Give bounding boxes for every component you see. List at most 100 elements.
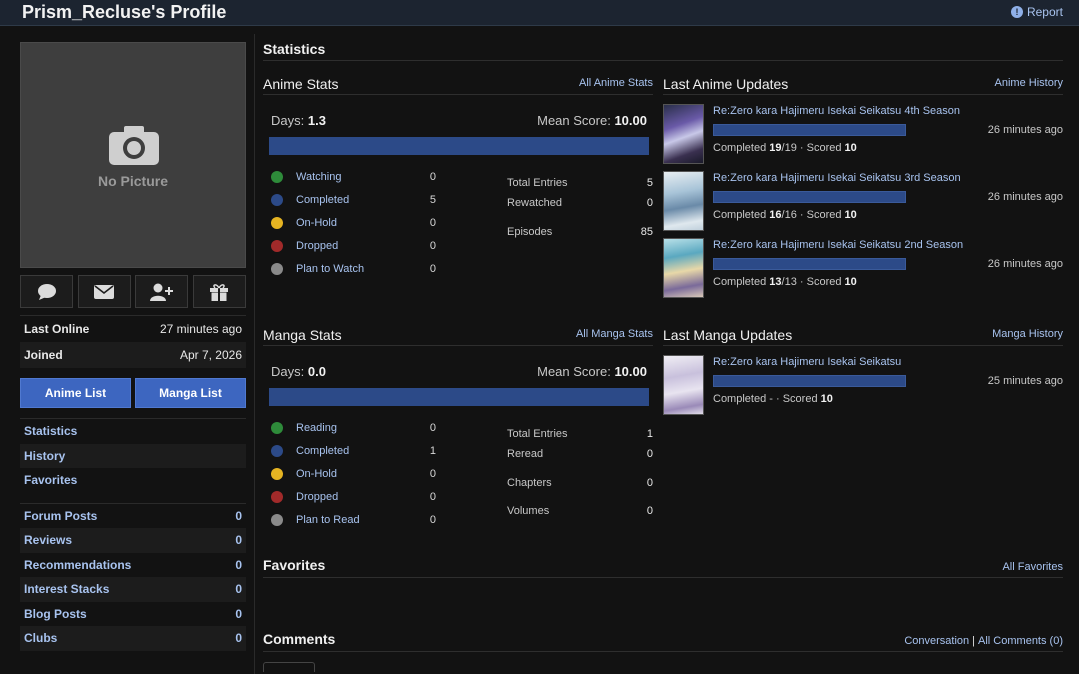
- no-picture-label: No Picture: [97, 173, 168, 189]
- update-title[interactable]: Re:Zero kara Hajimeru Isekai Seikatsu 4t…: [713, 105, 1063, 117]
- anime-cover[interactable]: [663, 104, 704, 164]
- joined-row: Joined Apr 7, 2026: [20, 342, 246, 368]
- update-status: Completed 16/16 · Scored 10: [713, 209, 857, 221]
- conversation-link[interactable]: Conversation: [904, 635, 969, 647]
- column-divider: [254, 34, 255, 674]
- count-value: 0: [235, 606, 242, 621]
- total-value: 0: [646, 448, 653, 461]
- status-label[interactable]: Reading: [296, 422, 416, 434]
- days-label: Days:: [271, 113, 305, 128]
- count-label: Forum Posts: [24, 508, 98, 523]
- anime-updates-header: Last Anime Updates Anime History: [663, 75, 1063, 95]
- manga-list-button[interactable]: Manga List: [135, 378, 246, 408]
- gift-button[interactable]: [192, 275, 246, 308]
- total-count: 19: [784, 142, 797, 154]
- status-label[interactable]: Dropped: [296, 240, 416, 252]
- status-label[interactable]: Completed: [296, 194, 416, 206]
- update-status: Completed 19/19 · Scored 10: [713, 142, 857, 154]
- mail-icon: [94, 284, 115, 299]
- count-reviews[interactable]: Reviews 0: [20, 528, 246, 553]
- anime-status-bar: [269, 137, 649, 155]
- nav-statistics[interactable]: Statistics: [20, 419, 246, 444]
- main-content: Statistics Anime Stats All Anime Stats D…: [263, 34, 1063, 672]
- profile-nav: Statistics History Favorites: [20, 418, 246, 493]
- status-dot: [271, 490, 283, 503]
- comment-icon: [37, 283, 56, 300]
- status-row-reading: Reading 0: [271, 416, 441, 439]
- status-dot: [271, 444, 283, 457]
- mean-score-label: Mean Score:: [537, 364, 611, 379]
- update-title[interactable]: Re:Zero kara Hajimeru Isekai Seikatsu: [713, 356, 1063, 368]
- status-text: Completed: [713, 142, 767, 154]
- all-manga-stats-link[interactable]: All Manga Stats: [576, 328, 653, 340]
- anime-stats: Anime Stats All Anime Stats Days: 1.3 Me…: [263, 75, 653, 280]
- total-row: Chapters 0: [507, 469, 653, 498]
- status-text: Completed: [713, 276, 767, 288]
- progress-bar: [713, 124, 906, 136]
- status-label[interactable]: Completed: [296, 445, 416, 457]
- count-blog-posts[interactable]: Blog Posts 0: [20, 602, 246, 627]
- status-dot: [271, 239, 283, 252]
- anime-cover[interactable]: [663, 238, 704, 298]
- anime-history-link[interactable]: Anime History: [995, 77, 1063, 89]
- last-manga-updates: Last Manga Updates Manga History Re:Zero…: [663, 326, 1063, 418]
- profile-picture: No Picture: [20, 42, 246, 268]
- status-label[interactable]: Dropped: [296, 491, 416, 503]
- total-label: Reread: [507, 448, 544, 461]
- report-link[interactable]: ! Report: [1010, 5, 1063, 19]
- score-value: 10: [844, 276, 857, 288]
- update-status: Completed 13/13 · Scored 10: [713, 276, 857, 288]
- favorites-section: Favorites All Favorites: [263, 556, 1063, 578]
- status-label[interactable]: Watching: [296, 171, 416, 183]
- update-title[interactable]: Re:Zero kara Hajimeru Isekai Seikatsu 2n…: [713, 239, 1063, 251]
- status-label[interactable]: On-Hold: [296, 217, 416, 229]
- status-label[interactable]: Plan to Read: [296, 514, 416, 526]
- nav-history[interactable]: History: [20, 443, 246, 468]
- anime-list-button[interactable]: Anime List: [20, 378, 131, 408]
- comment-button[interactable]: [20, 275, 73, 308]
- total-row: Total Entries 1: [507, 416, 653, 440]
- status-dot: [271, 193, 283, 206]
- status-text: Completed: [713, 393, 767, 405]
- status-row-on-hold: On-Hold 0: [271, 211, 441, 234]
- total-count: 16: [784, 209, 797, 221]
- count-recommendations[interactable]: Recommendations 0: [20, 553, 246, 578]
- add-friend-button[interactable]: [135, 275, 189, 308]
- status-row-completed: Completed 5: [271, 188, 441, 211]
- all-favorites-link[interactable]: All Favorites: [1002, 561, 1063, 573]
- count-value: 0: [235, 631, 242, 645]
- count-label: Recommendations: [24, 557, 132, 572]
- manga-days-row: Days: 0.0 Mean Score: 10.00: [263, 364, 653, 379]
- total-value: 5: [646, 177, 653, 189]
- manga-cover[interactable]: [663, 355, 704, 415]
- status-row-plan-to-read: Plan to Read 0: [271, 508, 441, 531]
- status-count: 0: [429, 262, 436, 275]
- status-label[interactable]: Plan to Watch: [296, 263, 416, 275]
- status-count: 0: [429, 490, 436, 503]
- status-label[interactable]: On-Hold: [296, 468, 416, 480]
- comment-box-edge[interactable]: [263, 662, 315, 672]
- status-count: 0: [429, 421, 436, 434]
- update-title[interactable]: Re:Zero kara Hajimeru Isekai Seikatsu 3r…: [713, 172, 1063, 184]
- total-row: Rewatched 0: [507, 189, 653, 218]
- count-interest-stacks[interactable]: Interest Stacks 0: [20, 577, 246, 602]
- status-row-completed: Completed 1: [271, 439, 441, 462]
- message-button[interactable]: [77, 275, 131, 308]
- manga-history-link[interactable]: Manga History: [992, 328, 1063, 340]
- status-dot: [271, 170, 283, 183]
- anime-cover[interactable]: [663, 171, 704, 231]
- nav-favorites[interactable]: Favorites: [20, 468, 246, 493]
- sidebar: No Picture Last Online 27 minutes ago Jo…: [20, 42, 246, 651]
- update-time: 26 minutes ago: [987, 124, 1063, 136]
- all-anime-stats-link[interactable]: All Anime Stats: [579, 77, 653, 89]
- update-item: Re:Zero kara Hajimeru Isekai Seikatsu 2n…: [663, 234, 1063, 301]
- count-clubs[interactable]: Clubs 0: [20, 626, 246, 651]
- score-value: 10: [844, 209, 857, 221]
- scored-label: Scored: [806, 209, 842, 221]
- all-comments-link[interactable]: All Comments (0): [978, 635, 1063, 647]
- total-label: Volumes: [507, 505, 550, 518]
- last-anime-updates: Last Anime Updates Anime History Re:Zero…: [663, 75, 1063, 301]
- count-forum-posts[interactable]: Forum Posts 0: [20, 504, 246, 529]
- progress-bar: [713, 375, 906, 387]
- camera-icon: [109, 126, 159, 165]
